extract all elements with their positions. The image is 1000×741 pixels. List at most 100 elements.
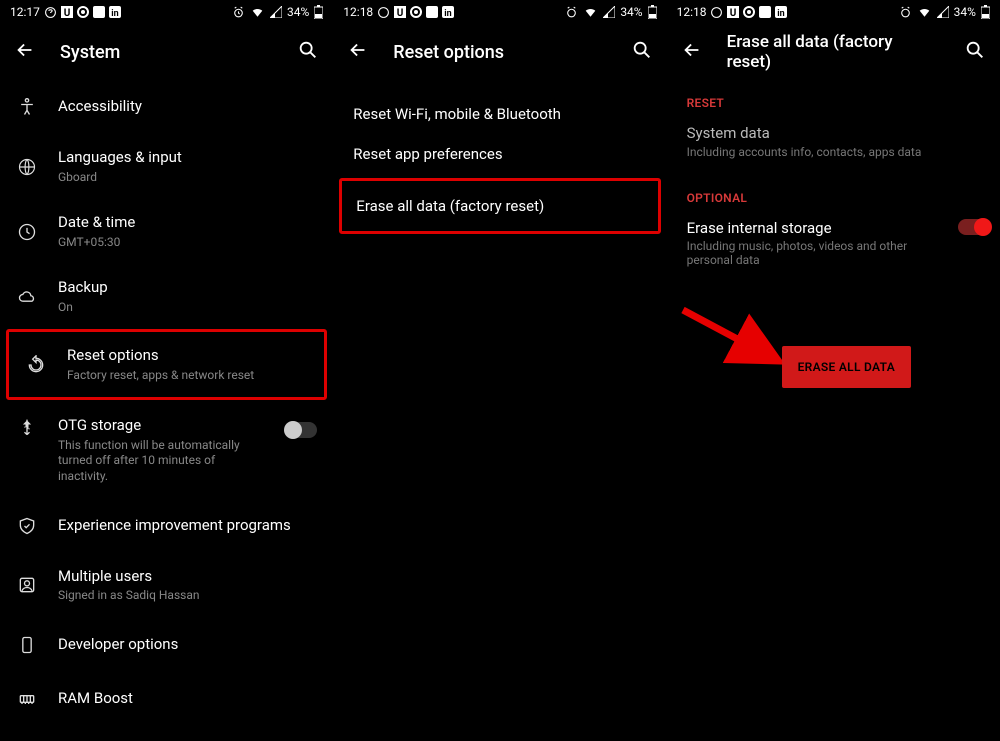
section-optional: OPTIONAL <box>667 175 1000 213</box>
sub: This function will be automatically turn… <box>58 438 258 485</box>
app-icon <box>93 6 105 18</box>
label: OTG storage <box>58 416 258 436</box>
circle-icon <box>410 6 422 18</box>
whatsapp-icon <box>44 6 57 19</box>
back-icon[interactable] <box>347 39 369 65</box>
header: System <box>0 24 333 80</box>
whatsapp-icon <box>377 6 390 19</box>
row-reset-options[interactable]: Reset options Factory reset, apps & netwo… <box>6 329 327 400</box>
row-developer[interactable]: Developer options <box>0 618 333 672</box>
header: Reset options <box>333 24 666 80</box>
search-icon[interactable] <box>964 39 986 65</box>
accessibility-icon <box>16 97 38 117</box>
sub: GMT+05:30 <box>58 235 317 251</box>
svg-text:in: in <box>111 9 118 18</box>
clock: 12:18 <box>343 5 373 19</box>
label: Accessibility <box>58 97 317 117</box>
pane-reset-options: 12:18 U in 34% Reset options Reset Wi-Fi… <box>333 0 666 741</box>
sysdata-title: System data <box>687 124 980 142</box>
storage-title: Erase internal storage <box>687 219 948 237</box>
signal-icon <box>937 6 949 18</box>
row-reset-wifi[interactable]: Reset Wi-Fi, mobile & Bluetooth <box>333 94 666 134</box>
battery-icon <box>314 5 323 19</box>
label: Experience improvement programs <box>58 516 317 536</box>
circle-icon <box>743 6 755 18</box>
battery-pct: 34% <box>287 5 309 19</box>
search-icon[interactable] <box>631 39 653 65</box>
row-reset-prefs[interactable]: Reset app preferences <box>333 134 666 174</box>
battery-icon <box>981 5 990 19</box>
row-ramboost[interactable]: RAM Boost <box>0 672 333 726</box>
status-bar: 12:18 U in 34% <box>667 0 1000 24</box>
svg-text:in: in <box>778 9 785 18</box>
status-bar: 12:17 U in 34% <box>0 0 333 24</box>
battery-pct: 34% <box>620 5 642 19</box>
u-icon: U <box>727 6 739 18</box>
pane-system: 12:17 U in 34% System Accessibility Lang… <box>0 0 333 741</box>
row-erase-all[interactable]: Erase all data (factory reset) <box>339 178 660 234</box>
svg-text:U: U <box>397 8 404 18</box>
svg-text:in: in <box>444 9 451 18</box>
sub: Signed in as Sadiq Hassan <box>58 588 317 604</box>
row-erase-storage[interactable]: Erase internal storage Including music, … <box>667 213 1000 281</box>
wifi-icon <box>917 6 932 18</box>
settings-list: Accessibility Languages & inputGboard Da… <box>0 80 333 741</box>
row-accessibility[interactable]: Accessibility <box>0 80 333 134</box>
pane-erase-all: 12:18 U in 34% Erase all data (factory r… <box>667 0 1000 741</box>
label: Date & time <box>58 213 317 233</box>
row-languages[interactable]: Languages & inputGboard <box>0 134 333 199</box>
app-icon <box>426 6 438 18</box>
signal-icon <box>603 6 615 18</box>
linkedin-icon: in <box>109 6 121 18</box>
app-icon <box>759 6 771 18</box>
shield-check-icon <box>16 516 38 536</box>
svg-text:U: U <box>730 8 737 18</box>
storage-sub: Including music, photos, videos and othe… <box>687 239 948 267</box>
u-icon: U <box>394 6 406 18</box>
status-bar: 12:18 U in 34% <box>333 0 666 24</box>
svg-text:U: U <box>64 8 71 18</box>
sysdata-sub: Including accounts info, contacts, apps … <box>687 144 980 161</box>
label: Languages & input <box>58 148 317 168</box>
globe-icon <box>16 157 38 177</box>
page-title: Reset options <box>393 42 606 63</box>
clock: 12:18 <box>677 5 707 19</box>
row-users[interactable]: Multiple usersSigned in as Sadiq Hassan <box>0 553 333 618</box>
otg-toggle[interactable] <box>285 422 317 438</box>
wifi-icon <box>250 6 265 18</box>
page-title: System <box>60 42 273 63</box>
row-otg[interactable]: OTG storageThis function will be automat… <box>0 400 333 498</box>
u-icon: U <box>61 6 73 18</box>
phone-icon <box>16 635 38 655</box>
linkedin-icon: in <box>442 6 454 18</box>
row-updates[interactable]: System updates <box>0 726 333 741</box>
usb-icon <box>16 418 38 438</box>
back-icon[interactable] <box>14 39 36 65</box>
label: RAM Boost <box>58 689 317 709</box>
clock-icon <box>16 222 38 242</box>
header: Erase all data (factory reset) <box>667 24 1000 80</box>
erase-all-button[interactable]: ERASE ALL DATA <box>782 346 911 388</box>
label: Reset options <box>67 346 308 366</box>
user-icon <box>16 575 38 595</box>
search-icon[interactable] <box>297 39 319 65</box>
alarm-icon <box>899 6 912 19</box>
cloud-icon <box>16 287 38 307</box>
back-icon[interactable] <box>681 39 703 65</box>
row-backup[interactable]: Backup On <box>0 264 333 329</box>
label: Backup <box>58 278 317 298</box>
sub: Factory reset, apps & network reset <box>67 368 308 384</box>
linkedin-icon: in <box>775 6 787 18</box>
sub: On <box>58 300 317 316</box>
clock: 12:17 <box>10 5 40 19</box>
storage-toggle[interactable] <box>958 219 990 235</box>
row-datetime[interactable]: Date & time GMT+05:30 <box>0 199 333 264</box>
row-experience[interactable]: Experience improvement programs <box>0 499 333 553</box>
signal-icon <box>270 6 282 18</box>
section-reset: RESET <box>667 80 1000 118</box>
wifi-icon <box>583 6 598 18</box>
battery-pct: 34% <box>954 5 976 19</box>
label: Developer options <box>58 635 317 655</box>
circle-icon <box>77 6 89 18</box>
label: Multiple users <box>58 567 317 587</box>
